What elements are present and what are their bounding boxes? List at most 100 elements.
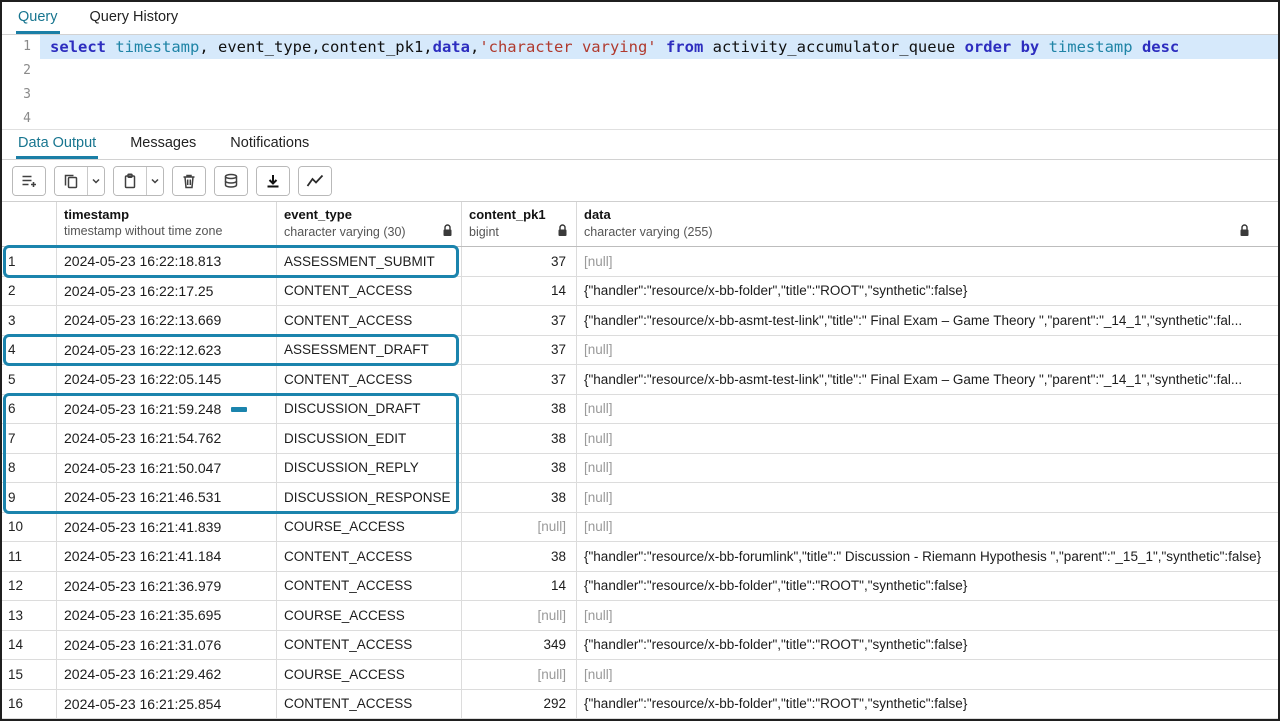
row-number[interactable]: 8 — [2, 454, 57, 483]
paste-button[interactable] — [114, 167, 146, 195]
row-number[interactable]: 11 — [2, 542, 57, 571]
header-content-pk1[interactable]: content_pk1 bigint — [462, 202, 577, 246]
cell-data[interactable]: {"handler":"resource/x-bb-folder","title… — [577, 690, 1278, 719]
table-row[interactable]: 62024-05-23 16:21:59.248DISCUSSION_DRAFT… — [2, 395, 1278, 425]
copy-button[interactable] — [55, 167, 87, 195]
cell-data[interactable]: [null] — [577, 395, 1278, 424]
row-number[interactable]: 1 — [2, 247, 57, 276]
cell-content-pk1[interactable]: [null] — [462, 601, 577, 630]
cell-event-type[interactable]: COURSE_ACCESS — [277, 660, 462, 689]
add-row-button[interactable] — [13, 167, 45, 195]
row-number[interactable]: 5 — [2, 365, 57, 394]
cell-timestamp[interactable]: 2024-05-23 16:21:41.839 — [57, 513, 277, 542]
cell-data[interactable]: {"handler":"resource/x-bb-folder","title… — [577, 572, 1278, 601]
cell-data[interactable]: [null] — [577, 601, 1278, 630]
table-row[interactable]: 142024-05-23 16:21:31.076CONTENT_ACCESS3… — [2, 631, 1278, 661]
row-number[interactable]: 16 — [2, 690, 57, 719]
table-row[interactable]: 112024-05-23 16:21:41.184CONTENT_ACCESS3… — [2, 542, 1278, 572]
header-event-type[interactable]: event_type character varying (30) — [277, 202, 462, 246]
cell-event-type[interactable]: CONTENT_ACCESS — [277, 542, 462, 571]
cell-event-type[interactable]: DISCUSSION_EDIT — [277, 424, 462, 453]
cell-event-type[interactable]: CONTENT_ACCESS — [277, 365, 462, 394]
row-number[interactable]: 14 — [2, 631, 57, 660]
cell-data[interactable]: {"handler":"resource/x-bb-asmt-test-link… — [577, 306, 1278, 335]
cell-timestamp[interactable]: 2024-05-23 16:21:35.695 — [57, 601, 277, 630]
cell-content-pk1[interactable]: 38 — [462, 483, 577, 512]
cell-content-pk1[interactable]: 292 — [462, 690, 577, 719]
cell-event-type[interactable]: ASSESSMENT_SUBMIT — [277, 247, 462, 276]
cell-content-pk1[interactable]: 38 — [462, 454, 577, 483]
cell-content-pk1[interactable]: 37 — [462, 247, 577, 276]
row-number[interactable]: 3 — [2, 306, 57, 335]
table-row[interactable]: 122024-05-23 16:21:36.979CONTENT_ACCESS1… — [2, 572, 1278, 602]
cell-content-pk1[interactable]: 38 — [462, 542, 577, 571]
cell-content-pk1[interactable]: 37 — [462, 365, 577, 394]
cell-event-type[interactable]: COURSE_ACCESS — [277, 513, 462, 542]
result-tab-messages[interactable]: Messages — [128, 130, 198, 159]
row-number[interactable]: 2 — [2, 277, 57, 306]
cell-event-type[interactable]: CONTENT_ACCESS — [277, 306, 462, 335]
table-row[interactable]: 162024-05-23 16:21:25.854CONTENT_ACCESS2… — [2, 690, 1278, 720]
cell-timestamp[interactable]: 2024-05-23 16:22:12.623 — [57, 336, 277, 365]
paste-options-button[interactable] — [146, 167, 163, 195]
table-row[interactable]: 92024-05-23 16:21:46.531DISCUSSION_RESPO… — [2, 483, 1278, 513]
table-row[interactable]: 12024-05-23 16:22:18.813ASSESSMENT_SUBMI… — [2, 247, 1278, 277]
cell-content-pk1[interactable]: 14 — [462, 572, 577, 601]
row-number[interactable]: 6 — [2, 395, 57, 424]
cell-timestamp[interactable]: 2024-05-23 16:21:54.762 — [57, 424, 277, 453]
save-data-changes-button[interactable] — [215, 167, 247, 195]
cell-timestamp[interactable]: 2024-05-23 16:22:05.145 — [57, 365, 277, 394]
cell-content-pk1[interactable]: [null] — [462, 660, 577, 689]
cell-event-type[interactable]: COURSE_ACCESS — [277, 601, 462, 630]
cell-event-type[interactable]: DISCUSSION_DRAFT — [277, 395, 462, 424]
cell-timestamp[interactable]: 2024-05-23 16:21:41.184 — [57, 542, 277, 571]
tab-query[interactable]: Query — [16, 2, 60, 34]
cell-data[interactable]: {"handler":"resource/x-bb-forumlink","ti… — [577, 542, 1278, 571]
sql-line-2[interactable] — [40, 59, 1278, 83]
cell-data[interactable]: [null] — [577, 454, 1278, 483]
cell-timestamp[interactable]: 2024-05-23 16:21:46.531 — [57, 483, 277, 512]
table-row[interactable]: 42024-05-23 16:22:12.623ASSESSMENT_DRAFT… — [2, 336, 1278, 366]
header-data[interactable]: data character varying (255) — [577, 202, 1278, 246]
row-number[interactable]: 13 — [2, 601, 57, 630]
table-row[interactable]: 82024-05-23 16:21:50.047DISCUSSION_REPLY… — [2, 454, 1278, 484]
cell-timestamp[interactable]: 2024-05-23 16:21:36.979 — [57, 572, 277, 601]
cell-timestamp[interactable]: 2024-05-23 16:21:59.248 — [57, 395, 277, 424]
cell-data[interactable]: {"handler":"resource/x-bb-folder","title… — [577, 277, 1278, 306]
cell-content-pk1[interactable]: 349 — [462, 631, 577, 660]
table-row[interactable]: 22024-05-23 16:22:17.25CONTENT_ACCESS14{… — [2, 277, 1278, 307]
cell-timestamp[interactable]: 2024-05-23 16:21:25.854 — [57, 690, 277, 719]
cell-event-type[interactable]: DISCUSSION_REPLY — [277, 454, 462, 483]
cell-timestamp[interactable]: 2024-05-23 16:21:31.076 — [57, 631, 277, 660]
result-tab-data-output[interactable]: Data Output — [16, 130, 98, 159]
sql-code-area[interactable]: select timestamp, event_type,content_pk1… — [40, 35, 1278, 129]
sql-editor[interactable]: 1234 select timestamp, event_type,conten… — [2, 35, 1278, 130]
cell-event-type[interactable]: ASSESSMENT_DRAFT — [277, 336, 462, 365]
delete-row-button[interactable] — [173, 167, 205, 195]
header-timestamp[interactable]: timestamp timestamp without time zone — [57, 202, 277, 246]
sql-line-1[interactable]: select timestamp, event_type,content_pk1… — [40, 35, 1278, 59]
copy-options-button[interactable] — [87, 167, 104, 195]
cell-content-pk1[interactable]: [null] — [462, 513, 577, 542]
cell-content-pk1[interactable]: 38 — [462, 424, 577, 453]
cell-data[interactable]: [null] — [577, 424, 1278, 453]
cell-timestamp[interactable]: 2024-05-23 16:22:13.669 — [57, 306, 277, 335]
cell-content-pk1[interactable]: 37 — [462, 306, 577, 335]
row-number[interactable]: 15 — [2, 660, 57, 689]
cell-event-type[interactable]: DISCUSSION_RESPONSE — [277, 483, 462, 512]
row-number[interactable]: 9 — [2, 483, 57, 512]
table-row[interactable]: 102024-05-23 16:21:41.839COURSE_ACCESS[n… — [2, 513, 1278, 543]
sql-line-3[interactable] — [40, 83, 1278, 107]
cell-content-pk1[interactable]: 37 — [462, 336, 577, 365]
cell-timestamp[interactable]: 2024-05-23 16:22:17.25 — [57, 277, 277, 306]
cell-event-type[interactable]: CONTENT_ACCESS — [277, 631, 462, 660]
table-row[interactable]: 72024-05-23 16:21:54.762DISCUSSION_EDIT3… — [2, 424, 1278, 454]
row-number[interactable]: 4 — [2, 336, 57, 365]
cell-data[interactable]: [null] — [577, 247, 1278, 276]
cell-event-type[interactable]: CONTENT_ACCESS — [277, 690, 462, 719]
table-row[interactable]: 32024-05-23 16:22:13.669CONTENT_ACCESS37… — [2, 306, 1278, 336]
cell-data[interactable]: [null] — [577, 660, 1278, 689]
cell-event-type[interactable]: CONTENT_ACCESS — [277, 572, 462, 601]
result-tab-notifications[interactable]: Notifications — [228, 130, 311, 159]
graph-visualiser-button[interactable] — [299, 167, 331, 195]
